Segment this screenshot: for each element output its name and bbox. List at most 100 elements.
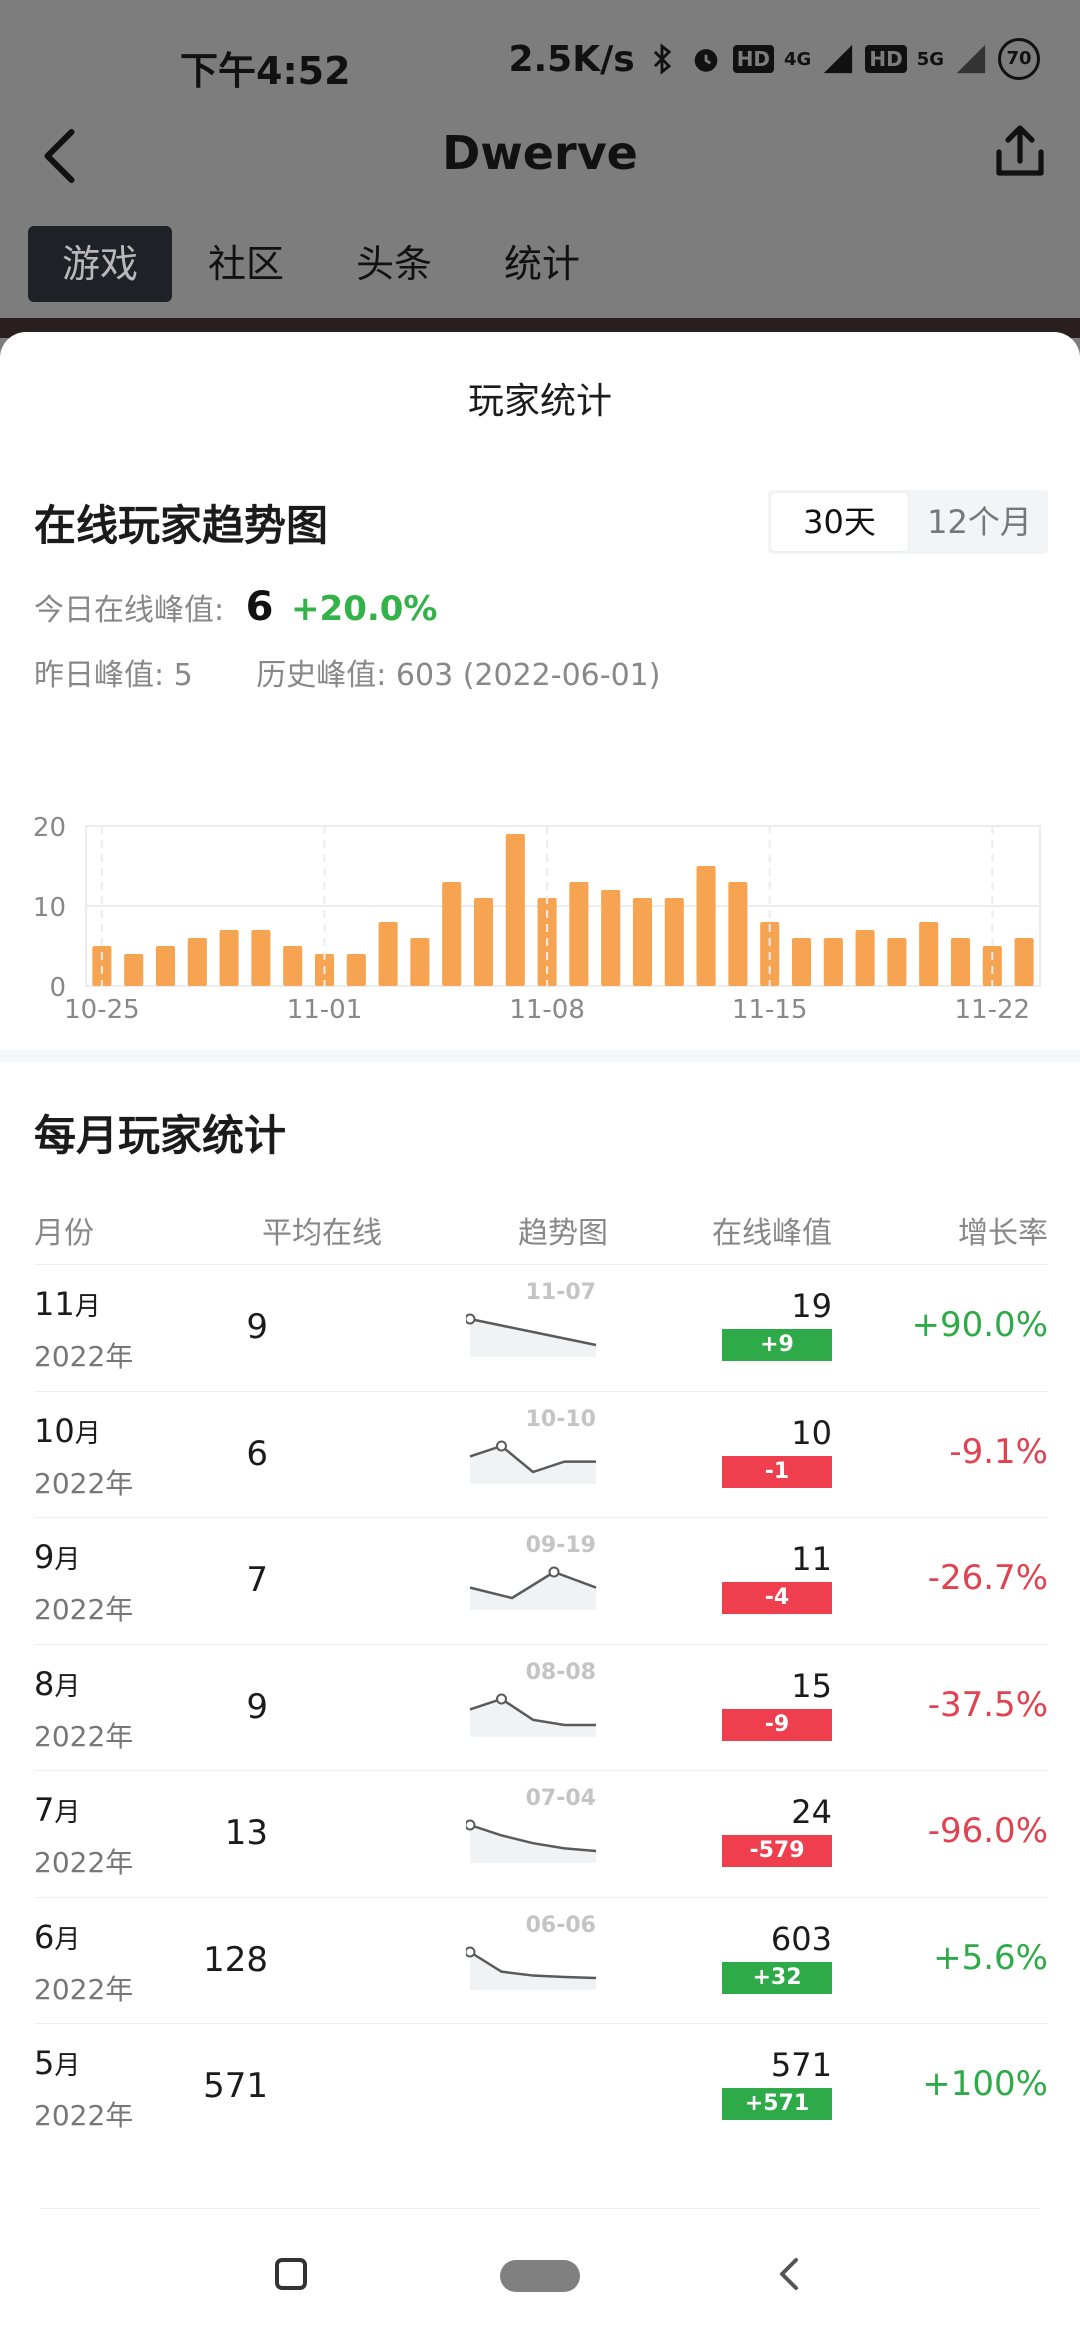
chart-bar <box>442 882 462 986</box>
row-month-number: 6 <box>34 1917 55 1956</box>
row-peak-diff-badge: -9 <box>722 1708 832 1741</box>
table-bottom-line <box>40 2208 1040 2209</box>
table-row: 8月 2022年 9 08-08 15 -9 -37.5% <box>34 1643 1048 1771</box>
chart-bar <box>187 938 207 986</box>
row-month-number: 11 <box>34 1285 75 1323</box>
row-peak-online: 571 <box>770 2046 832 2084</box>
recent-apps-icon[interactable] <box>275 2258 307 2290</box>
row-peak-diff-badge: +32 <box>722 1961 832 1994</box>
section-divider <box>0 1050 1080 1062</box>
row-month-unit: 月 <box>54 1924 81 1955</box>
row-sparkline: 06-06 <box>466 1913 597 1990</box>
tab-game[interactable]: 游戏 <box>28 226 173 302</box>
chart-bar <box>505 834 525 986</box>
x-tick-label: 11-08 <box>509 995 585 1025</box>
row-month: 11月 <box>34 1285 101 1323</box>
peak-history: 昨日峰值: 5 历史峰值: 603 (2022-06-01) <box>34 650 714 694</box>
battery-icon: 70 <box>998 38 1040 80</box>
today-peak-value: 6 <box>245 584 274 630</box>
row-peak-diff-badge: -4 <box>722 1582 832 1614</box>
row-year: 2022年 <box>34 1972 134 2006</box>
chart-bar <box>283 946 303 986</box>
row-peak-diff-badge: +571 <box>722 2088 832 2120</box>
row-month: 10月 <box>34 1412 101 1450</box>
chart-bar <box>855 930 875 986</box>
chart-bar <box>219 930 239 986</box>
row-sparkline: 09-19 <box>469 1533 597 1610</box>
chart-bar <box>823 938 843 986</box>
row-average-online: 6 <box>246 1433 268 1474</box>
today-peak-change: +20.0% <box>291 589 438 629</box>
row-average-online: 7 <box>246 1560 268 1600</box>
table-row: 10月 2022年 6 10-10 10 -1 -9.1% <box>34 1390 1048 1518</box>
hd-icon-2: HD <box>865 45 907 73</box>
sparkline-peak-dot <box>496 1693 507 1704</box>
x-tick-label: 11-15 <box>732 995 808 1025</box>
y-tick-label: 20 <box>33 813 66 843</box>
table-row: 6月 2022年 128 06-06 603 +32 +5.6% <box>34 1896 1048 2024</box>
network-speed: 2.5K/s <box>508 38 635 80</box>
sparkline-peak-dot <box>466 1819 476 1831</box>
row-peak-diff-badge: -579 <box>722 1835 832 1867</box>
chart-bar <box>124 954 144 986</box>
range-12-months[interactable]: 12个月 <box>911 490 1048 554</box>
yesterday-peak: 昨日峰值: 5 <box>34 658 193 693</box>
nav-back-icon[interactable] <box>780 2258 798 2290</box>
y-tick-label: 10 <box>33 893 66 923</box>
share-icon[interactable] <box>990 122 1050 182</box>
network-5g-label: 5G <box>916 48 944 70</box>
row-peak-online: 11 <box>791 1540 832 1578</box>
signal-icon-2 <box>956 44 986 74</box>
header-growth: 增长率 <box>958 1216 1048 1251</box>
row-month-unit: 月 <box>54 1798 81 1828</box>
row-average-online: 9 <box>246 1307 268 1347</box>
range-30-days[interactable]: 30天 <box>771 493 908 551</box>
row-month: 8月 <box>34 1665 80 1703</box>
row-month: 5月 <box>34 2044 80 2082</box>
signal-icon <box>824 44 853 74</box>
chart-bar <box>155 946 176 986</box>
sparkline-peak-dot <box>548 1566 560 1578</box>
row-growth-rate: -26.7% <box>927 1558 1048 1598</box>
table-row: 11月 2022年 9 11-07 19 +9 +90.0% <box>34 1264 1048 1391</box>
row-month-number: 8 <box>34 1664 55 1703</box>
row-year: 2022年 <box>34 2099 134 2132</box>
row-month: 7月 <box>34 1791 80 1829</box>
sparkline-area <box>470 1951 596 1990</box>
header-month: 月份 <box>34 1216 94 1251</box>
home-pill-icon[interactable] <box>500 2260 580 2292</box>
sparkline-area <box>470 1698 596 1737</box>
chart-bar <box>919 922 939 986</box>
status-right: 2.5K/s HD 4G HD 5G 70 <box>508 38 1040 80</box>
chart-bar <box>728 882 748 986</box>
chart-bar <box>251 930 271 986</box>
sheet-title: 玩家统计 <box>467 381 612 422</box>
row-growth-rate: -37.5% <box>927 1684 1048 1725</box>
tab-community[interactable]: 社区 <box>172 226 320 302</box>
sparkline-peak-date: 06-06 <box>526 1913 596 1938</box>
chart-bar <box>378 922 398 986</box>
row-year: 2022年 <box>34 1340 134 1373</box>
row-month-number: 10 <box>34 1411 75 1450</box>
row-growth-rate: -9.1% <box>949 1431 1048 1472</box>
row-month-unit: 月 <box>54 2051 81 2081</box>
header-trend: 趋势图 <box>518 1216 608 1251</box>
row-growth-rate: -96.0% <box>927 1811 1048 1851</box>
alarm-icon <box>694 49 718 72</box>
hd-icon: HD <box>732 45 775 73</box>
online-players-chart: 0102010-25 11-01 11-08 11-15 11-22 <box>33 813 1041 1025</box>
row-peak-diff-badge: +9 <box>722 1329 832 1361</box>
row-month: 6月 <box>34 1918 80 1956</box>
row-sparkline: 11-07 <box>466 1280 597 1357</box>
tab-bar: 游戏 社区 头条 统计 <box>28 226 616 304</box>
chart-bar <box>950 938 971 986</box>
sparkline-peak-date: 07-04 <box>526 1786 596 1811</box>
row-month-number: 7 <box>34 1791 55 1829</box>
row-year: 2022年 <box>34 1593 134 1626</box>
tab-stats[interactable]: 统计 <box>468 226 616 302</box>
system-nav-bar <box>275 2258 798 2292</box>
row-sparkline <box>466 2038 606 2118</box>
sparkline-peak-dot <box>496 1440 507 1451</box>
tab-news[interactable]: 头条 <box>320 226 468 302</box>
row-year: 2022年 <box>34 1846 134 1879</box>
